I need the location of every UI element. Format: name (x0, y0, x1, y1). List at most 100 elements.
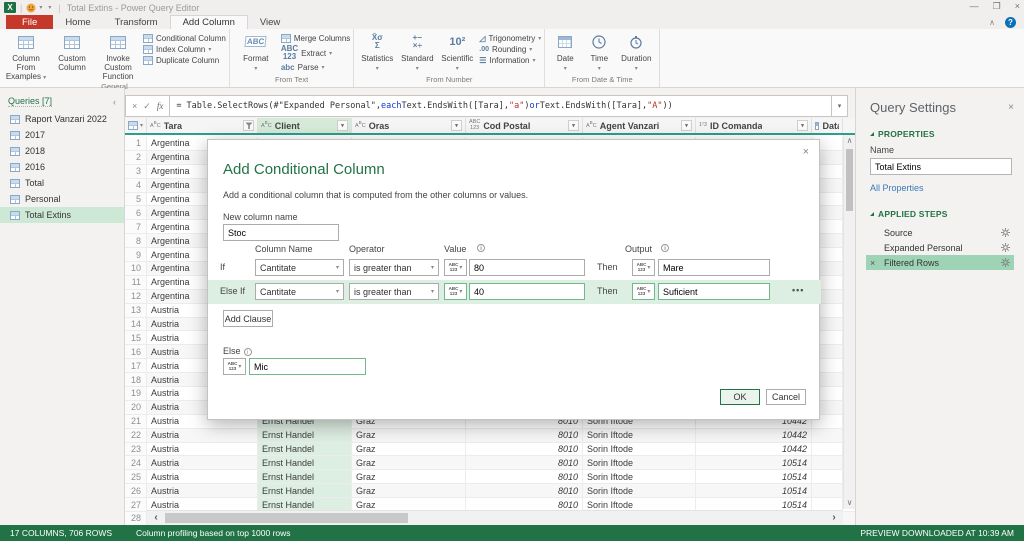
column-header-tara[interactable]: ABC Tara (147, 118, 258, 133)
applied-step-source[interactable]: Source (866, 225, 1014, 240)
output-type-dropdown[interactable]: ABC 123 ▾ (632, 259, 655, 276)
dialog-close-icon[interactable]: × (803, 146, 809, 158)
query-item[interactable]: Total Extins (0, 207, 124, 223)
information-button[interactable]: ☰ Information ▾ (479, 56, 541, 65)
query-item[interactable]: Personal (0, 191, 124, 207)
table-row[interactable]: 26 Austria Ernst Handel Graz 8010 Sorin Iftod… (125, 484, 855, 499)
grid-corner-button[interactable]: ▾ (125, 118, 147, 133)
cancel-button[interactable]: Cancel (766, 389, 806, 405)
column-dropdown-icon[interactable]: ▾ (797, 120, 808, 131)
add-clause-button[interactable]: Add Clause (223, 310, 273, 327)
scroll-right-icon[interactable]: › (827, 511, 841, 525)
invoke-custom-function-button[interactable]: Invoke Custom Function (95, 31, 141, 82)
date-button[interactable]: Date ▾ (548, 31, 582, 73)
scroll-down-icon[interactable]: ∨ (844, 497, 855, 509)
restore-button[interactable]: ❐ (993, 1, 1001, 12)
trigonometry-button[interactable]: ◿ Trigonometry ▾ (479, 34, 541, 43)
vertical-scrollbar[interactable]: ∧ ∨ (843, 135, 855, 509)
tab-add-column[interactable]: Add Column (169, 15, 248, 29)
rounding-button[interactable]: .00 Rounding ▾ (479, 45, 541, 54)
parse-button[interactable]: abc Parse ▾ (281, 63, 350, 72)
column-name-dropdown[interactable]: Cantitate ▾ (255, 283, 344, 300)
row-options-ellipsis[interactable]: ••• (792, 285, 804, 295)
column-from-examples-button[interactable]: Column From Examples ▾ (3, 31, 49, 82)
applied-step-expanded-personal[interactable]: Expanded Personal (866, 240, 1014, 255)
column-header-cod-postal[interactable]: ABC 123 Cod Postal ▾ (466, 118, 583, 133)
close-pane-icon[interactable]: × (1008, 102, 1014, 113)
query-item[interactable]: Total (0, 175, 124, 191)
formula-cancel-icon[interactable]: × (132, 101, 137, 111)
operator-dropdown[interactable]: is greater than ▾ (349, 283, 439, 300)
help-icon[interactable]: ? (1005, 17, 1016, 28)
conditional-column-button[interactable]: Conditional Column (143, 34, 226, 43)
time-button[interactable]: Time ▾ (582, 31, 616, 73)
value-type-dropdown[interactable]: ABC 123 ▾ (444, 259, 467, 276)
output-input[interactable] (658, 259, 770, 276)
filter-applied-icon[interactable] (243, 120, 254, 131)
formula-confirm-icon[interactable]: ✓ (143, 101, 151, 112)
extract-button[interactable]: ABC 123 Extract ▾ (281, 45, 350, 61)
column-dropdown-icon[interactable]: ▾ (337, 120, 348, 131)
merge-columns-button[interactable]: Merge Columns (280, 34, 350, 43)
collapse-triangle-icon[interactable] (870, 212, 874, 216)
operator-dropdown[interactable]: is greater than ▾ (349, 259, 439, 276)
column-header-client[interactable]: ABC Client ▾ (258, 118, 352, 133)
formula-input[interactable]: = Table.SelectRows(#"Expanded Personal",… (170, 95, 832, 117)
table-row[interactable]: 25 Austria Ernst Handel Graz 8010 Sorin Iftod… (125, 470, 855, 485)
tab-transform[interactable]: Transform (103, 15, 170, 29)
output-type-dropdown[interactable]: ABC 123 ▾ (632, 283, 655, 300)
column-header-agent-vanzari[interactable]: ABC Agent Vanzari ▾ (583, 118, 696, 133)
collapse-pane-icon[interactable]: ‹ (113, 97, 116, 107)
feedback-smiley-icon[interactable] (26, 3, 36, 13)
vertical-scroll-thumb[interactable] (846, 149, 853, 211)
close-button[interactable]: × (1015, 1, 1020, 12)
column-header-data-coma[interactable]: Data Coma (812, 118, 843, 133)
column-header-oras[interactable]: ABC Oras ▾ (352, 118, 466, 133)
table-row[interactable]: 24 Austria Ernst Handel Graz 8010 Sorin Iftod… (125, 456, 855, 471)
horizontal-scrollbar[interactable]: ‹ › (147, 510, 843, 525)
scientific-button[interactable]: 10² Scientific ▾ (437, 31, 477, 73)
fx-icon[interactable]: fx (157, 101, 164, 111)
query-item[interactable]: 2016 (0, 159, 124, 175)
smiley-dropdown-caret[interactable]: ▾ (39, 4, 42, 11)
column-dropdown-icon[interactable]: ▾ (568, 120, 579, 131)
table-row[interactable]: 23 Austria Ernst Handel Graz 8010 Sorin Iftod… (125, 442, 855, 457)
column-name-dropdown[interactable]: Cantitate ▾ (255, 259, 344, 276)
query-item[interactable]: Raport Vanzari 2022 (0, 111, 124, 127)
column-header-id-comanda[interactable]: 1²3 ID Comanda ▾ (696, 118, 812, 133)
horizontal-scroll-thumb[interactable] (165, 513, 408, 523)
table-row[interactable]: 22 Austria Ernst Handel Graz 8010 Sorin Iftod… (125, 428, 855, 443)
value-type-dropdown[interactable]: ABC 123 ▾ (444, 283, 467, 300)
gear-icon[interactable] (1001, 243, 1010, 252)
tab-view[interactable]: View (248, 15, 292, 29)
gear-icon[interactable] (1001, 258, 1010, 267)
column-dropdown-icon[interactable]: ▾ (451, 120, 462, 131)
quick-access-toolbar-caret[interactable]: ▾ (48, 4, 51, 11)
duration-button[interactable]: Duration ▾ (616, 31, 656, 73)
custom-column-button[interactable]: Custom Column (49, 31, 95, 72)
query-item[interactable]: 2017 (0, 127, 124, 143)
else-value-input[interactable] (249, 358, 366, 375)
ribbon-collapse-icon[interactable]: ∧ (989, 18, 995, 27)
query-name-input[interactable] (870, 158, 1012, 175)
column-dropdown-icon[interactable]: ▾ (681, 120, 692, 131)
tab-home[interactable]: Home (53, 15, 102, 29)
value-input[interactable] (469, 259, 585, 276)
value-input[interactable] (469, 283, 585, 300)
standard-button[interactable]: +− ×÷ Standard ▾ (397, 31, 437, 73)
output-input[interactable] (658, 283, 770, 300)
else-type-dropdown[interactable]: ABC 123 ▾ (223, 358, 246, 375)
minimize-button[interactable]: — (970, 1, 979, 12)
gear-icon[interactable] (1001, 228, 1010, 237)
index-column-button[interactable]: Index Column ▾ (143, 45, 226, 54)
statistics-button[interactable]: X̄σ Σ Statistics ▾ (357, 31, 397, 73)
scroll-up-icon[interactable]: ∧ (844, 135, 855, 147)
formula-expand-caret[interactable]: ▾ (832, 95, 848, 117)
collapse-triangle-icon[interactable] (870, 132, 874, 136)
new-column-name-input[interactable] (223, 224, 339, 241)
applied-step-filtered-rows[interactable]: × Filtered Rows (866, 255, 1014, 270)
query-item[interactable]: 2018 (0, 143, 124, 159)
tab-file[interactable]: File (6, 15, 54, 29)
ok-button[interactable]: OK (720, 389, 760, 405)
format-button[interactable]: ABC Format ▾ (233, 31, 279, 73)
